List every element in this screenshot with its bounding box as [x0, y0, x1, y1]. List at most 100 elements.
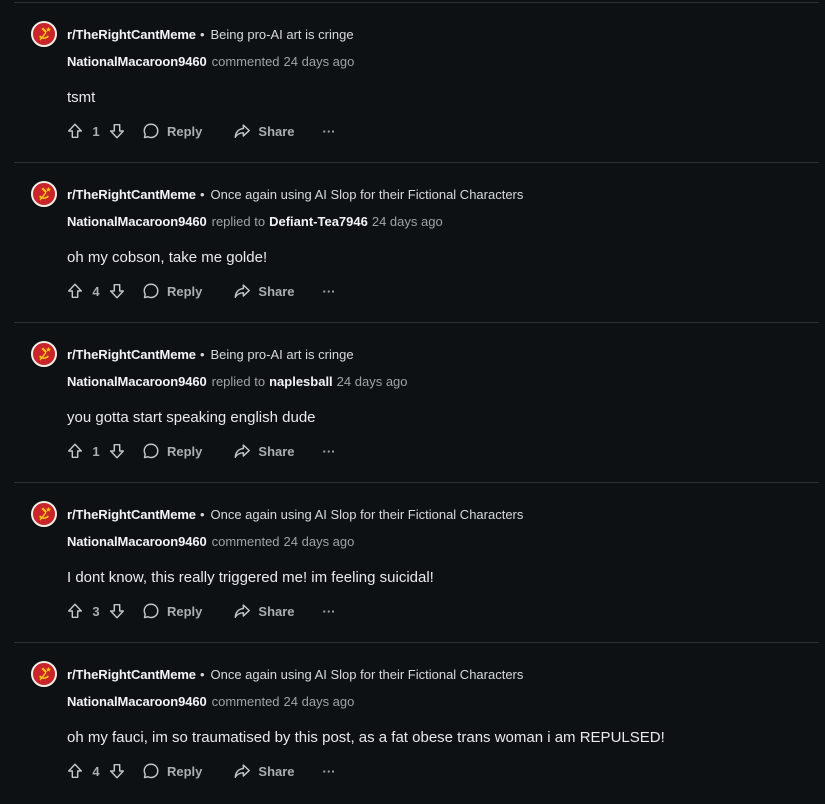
upvote-icon[interactable] [66, 282, 84, 300]
timestamp[interactable]: 24 days ago [337, 374, 408, 389]
reply-button[interactable]: Reply [142, 442, 202, 460]
comment-item[interactable]: r/TheRightCantMeme • Once again using AI S… [0, 163, 825, 323]
comment-item[interactable]: r/TheRightCantMeme • Once again using AI S… [0, 643, 825, 803]
upvote-icon[interactable] [66, 762, 84, 780]
comment-bubble-icon [142, 602, 160, 620]
vote-group: 4 [66, 762, 126, 780]
reply-button[interactable]: Reply [142, 122, 202, 140]
comment-meta: r/TheRightCantMeme • Being pro-AI art is c… [67, 347, 354, 363]
author-link[interactable]: NationalMacaroon9460 [67, 54, 207, 69]
comment-author-line: NationalMacaroon9460 commented 24 days ago [67, 54, 354, 70]
comment-meta: r/TheRightCantMeme • Once again using AI S… [67, 507, 523, 523]
share-button[interactable]: Share [233, 442, 295, 460]
subreddit-avatar-icon[interactable] [31, 181, 57, 207]
more-options-icon[interactable]: ··· [323, 764, 336, 779]
share-button[interactable]: Share [233, 122, 295, 140]
reply-label: Reply [167, 123, 203, 139]
comment-bubble-icon [142, 122, 160, 140]
comment-actions: 3 Reply Share ··· [66, 600, 336, 622]
comment-item[interactable]: r/TheRightCantMeme • Being pro-AI art is c… [0, 3, 825, 163]
comment-action: replied to [211, 374, 266, 389]
subreddit-avatar-icon[interactable] [31, 21, 57, 47]
upvote-icon[interactable] [66, 602, 84, 620]
share-label: Share [258, 443, 295, 459]
subreddit-link[interactable]: r/TheRightCantMeme [67, 667, 196, 682]
author-link[interactable]: NationalMacaroon9460 [67, 694, 207, 709]
separator-bullet: • [199, 187, 205, 202]
reply-button[interactable]: Reply [142, 602, 202, 620]
author-link[interactable]: NationalMacaroon9460 [67, 214, 207, 229]
comment-body: I dont know, this really triggered me! i… [67, 569, 434, 586]
timestamp[interactable]: 24 days ago [372, 214, 443, 229]
vote-score: 1 [92, 123, 100, 139]
share-arrow-icon [233, 762, 251, 780]
comment-feed: r/TheRightCantMeme • Being pro-AI art is c… [0, 0, 825, 804]
downvote-icon[interactable] [108, 602, 126, 620]
more-options-icon[interactable]: ··· [323, 604, 336, 619]
comment-bubble-icon [142, 762, 160, 780]
separator-bullet: • [199, 667, 205, 682]
comment-body: you gotta start speaking english dude [67, 409, 316, 426]
comment-action: commented [211, 54, 280, 69]
share-button[interactable]: Share [233, 602, 295, 620]
reply-button[interactable]: Reply [142, 762, 202, 780]
subreddit-avatar-icon[interactable] [31, 501, 57, 527]
post-title-link[interactable]: Once again using AI Slop for their Ficti… [211, 187, 524, 202]
vote-score: 3 [92, 603, 100, 619]
subreddit-avatar-icon[interactable] [31, 661, 57, 687]
subreddit-link[interactable]: r/TheRightCantMeme [67, 27, 196, 42]
comment-item[interactable]: r/TheRightCantMeme • Once again using AI S… [0, 483, 825, 643]
downvote-icon[interactable] [108, 122, 126, 140]
timestamp[interactable]: 24 days ago [284, 534, 355, 549]
vote-group: 3 [66, 602, 126, 620]
subreddit-avatar-icon[interactable] [31, 341, 57, 367]
post-title-link[interactable]: Being pro-AI art is cringe [211, 27, 354, 42]
more-options-icon[interactable]: ··· [323, 444, 336, 459]
post-title-link[interactable]: Being pro-AI art is cringe [211, 347, 354, 362]
reply-button[interactable]: Reply [142, 282, 202, 300]
separator-bullet: • [199, 507, 205, 522]
comment-action: replied to [211, 214, 266, 229]
downvote-icon[interactable] [108, 762, 126, 780]
subreddit-link[interactable]: r/TheRightCantMeme [67, 507, 196, 522]
share-arrow-icon [233, 442, 251, 460]
upvote-icon[interactable] [66, 122, 84, 140]
share-button[interactable]: Share [233, 762, 295, 780]
vote-score: 4 [92, 763, 100, 779]
post-title-link[interactable]: Once again using AI Slop for their Ficti… [211, 507, 524, 522]
downvote-icon[interactable] [108, 282, 126, 300]
reply-target-link[interactable]: Defiant-Tea7946 [269, 214, 368, 229]
comment-actions: 4 Reply Share ··· [66, 280, 336, 302]
subreddit-link[interactable]: r/TheRightCantMeme [67, 347, 196, 362]
share-arrow-icon [233, 602, 251, 620]
comment-meta: r/TheRightCantMeme • Once again using AI S… [67, 667, 523, 683]
share-label: Share [258, 603, 295, 619]
post-title-link[interactable]: Once again using AI Slop for their Ficti… [211, 667, 524, 682]
share-label: Share [258, 123, 295, 139]
comment-author-line: NationalMacaroon9460 replied to naplesball… [67, 374, 408, 390]
separator-bullet: • [199, 347, 205, 362]
timestamp[interactable]: 24 days ago [284, 54, 355, 69]
downvote-icon[interactable] [108, 442, 126, 460]
subreddit-link[interactable]: r/TheRightCantMeme [67, 187, 196, 202]
reply-label: Reply [167, 283, 203, 299]
comment-action: commented [211, 694, 280, 709]
comment-author-line: NationalMacaroon9460 replied to Defiant-Te… [67, 214, 443, 230]
comment-item[interactable]: r/TheRightCantMeme • Being pro-AI art is c… [0, 323, 825, 483]
share-arrow-icon [233, 282, 251, 300]
more-options-icon[interactable]: ··· [323, 124, 336, 139]
author-link[interactable]: NationalMacaroon9460 [67, 374, 207, 389]
comment-bubble-icon [142, 442, 160, 460]
upvote-icon[interactable] [66, 442, 84, 460]
separator-bullet: • [199, 27, 205, 42]
author-link[interactable]: NationalMacaroon9460 [67, 534, 207, 549]
vote-group: 4 [66, 282, 126, 300]
timestamp[interactable]: 24 days ago [284, 694, 355, 709]
reply-label: Reply [167, 443, 203, 459]
reply-target-link[interactable]: naplesball [269, 374, 333, 389]
share-button[interactable]: Share [233, 282, 295, 300]
comment-actions: 1 Reply Share ··· [66, 440, 336, 462]
vote-group: 1 [66, 442, 126, 460]
more-options-icon[interactable]: ··· [323, 284, 336, 299]
reply-label: Reply [167, 603, 203, 619]
